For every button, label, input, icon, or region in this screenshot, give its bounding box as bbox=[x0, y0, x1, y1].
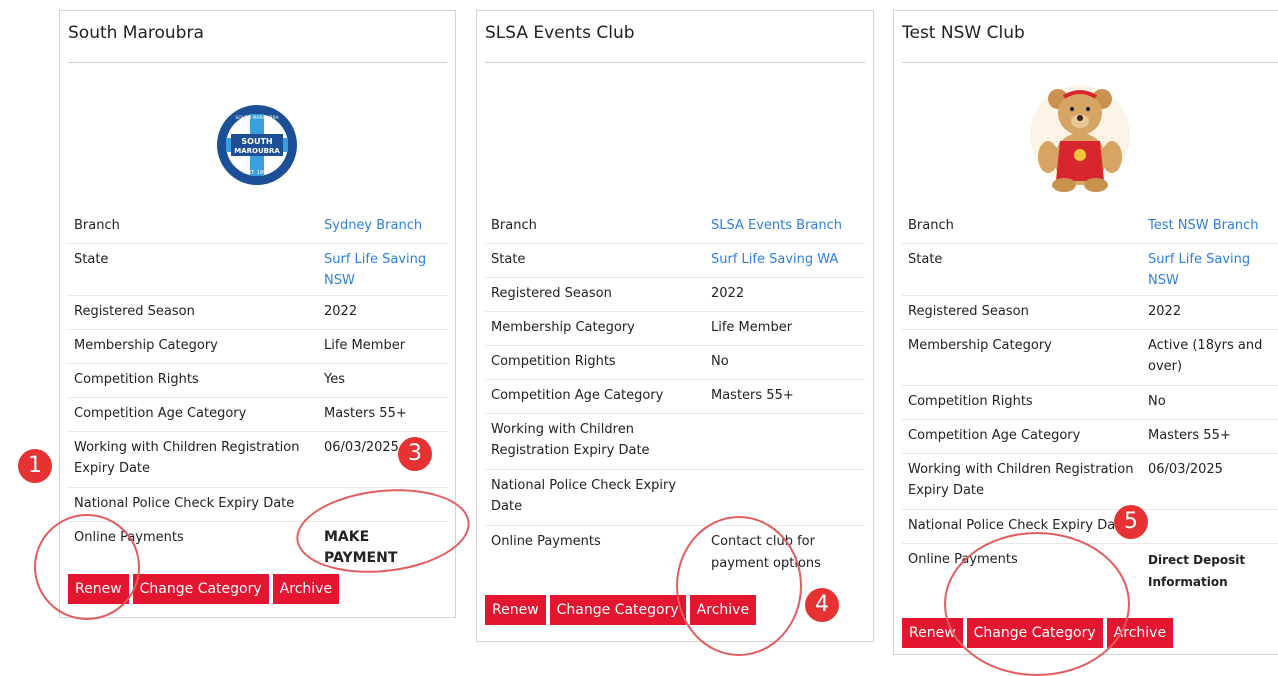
archive-button[interactable]: Archive bbox=[272, 574, 340, 604]
row-label: Membership Category bbox=[908, 338, 1052, 353]
annotation-marker-4: 4 bbox=[805, 588, 839, 622]
row-state: State Surf Life Saving WA bbox=[485, 243, 865, 278]
annotation-marker-3: 3 bbox=[398, 437, 432, 471]
row-value: Yes bbox=[324, 372, 345, 387]
club-card-slsa-events: SLSA Events Club Branch SLSA Events Bran… bbox=[476, 10, 874, 642]
row-competition-rights: Competition Rights No bbox=[902, 385, 1278, 420]
row-value: No bbox=[711, 354, 729, 369]
annotation-marker-1: 1 bbox=[18, 449, 52, 483]
row-police-check-expiry: National Police Check Expiry Date bbox=[485, 469, 865, 526]
row-value: Masters 55+ bbox=[711, 388, 794, 403]
row-label: Competition Age Category bbox=[491, 388, 664, 403]
row-competition-age-category: Competition Age Category Masters 55+ bbox=[68, 397, 447, 432]
row-label: Registered Season bbox=[74, 304, 195, 319]
row-value: Masters 55+ bbox=[324, 406, 407, 421]
teddy-bear-icon bbox=[1020, 77, 1140, 193]
row-registered-season: Registered Season 2022 bbox=[902, 295, 1278, 330]
card-title: SLSA Events Club bbox=[485, 23, 635, 43]
row-label: State bbox=[908, 252, 943, 267]
row-competition-age-category: Competition Age Category Masters 55+ bbox=[902, 419, 1278, 454]
row-label: Registered Season bbox=[491, 286, 612, 301]
card-title: South Maroubra bbox=[68, 23, 204, 43]
row-state: State Surf Life Saving NSW bbox=[902, 243, 1278, 296]
title-divider bbox=[902, 62, 1278, 63]
row-value: Masters 55+ bbox=[1148, 428, 1231, 443]
annotation-circle-change-category bbox=[944, 532, 1130, 676]
row-value: 2022 bbox=[1148, 304, 1182, 319]
row-branch: Branch SLSA Events Branch bbox=[485, 209, 865, 244]
row-label: State bbox=[74, 252, 109, 267]
row-online-payments: Online Payments Contact club for payment… bbox=[485, 525, 865, 581]
row-label: Membership Category bbox=[491, 320, 635, 335]
row-police-check-expiry: National Police Check Expiry Date bbox=[902, 509, 1278, 544]
state-link[interactable]: Surf Life Saving NSW bbox=[1148, 249, 1258, 291]
row-label: Competition Rights bbox=[908, 394, 1033, 409]
crest-main-text-2: MAROUBRA bbox=[234, 147, 280, 155]
state-link[interactable]: Surf Life Saving NSW bbox=[324, 249, 434, 291]
row-label: National Police Check Expiry Date bbox=[491, 478, 677, 514]
annotation-circle-renew bbox=[34, 514, 140, 620]
row-value: No bbox=[1148, 394, 1166, 409]
row-value: Active (18yrs and over) bbox=[1148, 338, 1263, 374]
title-divider bbox=[485, 62, 865, 63]
title-divider bbox=[68, 62, 447, 63]
row-registered-season: Registered Season 2022 bbox=[485, 277, 865, 312]
row-membership-category: Membership Category Life Member bbox=[68, 329, 447, 364]
card-title: Test NSW Club bbox=[902, 23, 1025, 43]
row-label: Branch bbox=[491, 218, 537, 233]
row-label: Working with Children Registration Expir… bbox=[908, 462, 1134, 498]
change-category-button[interactable]: Change Category bbox=[549, 595, 686, 625]
row-label: Branch bbox=[908, 218, 954, 233]
state-link[interactable]: Surf Life Saving WA bbox=[711, 249, 865, 270]
row-registered-season: Registered Season 2022 bbox=[68, 295, 447, 330]
row-membership-category: Membership Category Life Member bbox=[485, 311, 865, 346]
crest-est-text: EST. 1959 bbox=[245, 170, 270, 176]
row-wwc-expiry: Working with Children Registration Expir… bbox=[902, 453, 1278, 510]
row-membership-category: Membership Category Active (18yrs and ov… bbox=[902, 329, 1278, 386]
club-crest-icon: SOUTH MAROUBRA EST. 1959 SOUTH MAROUBRA bbox=[215, 103, 299, 187]
row-branch: Branch Sydney Branch bbox=[68, 209, 447, 244]
annotation-circle-archive bbox=[676, 516, 802, 656]
row-value: 06/03/2025 bbox=[1148, 462, 1223, 477]
row-value: Life Member bbox=[324, 338, 406, 353]
row-label: National Police Check Expiry Date bbox=[74, 496, 295, 511]
row-state: State Surf Life Saving NSW bbox=[68, 243, 447, 296]
row-label: Competition Rights bbox=[491, 354, 616, 369]
row-wwc-expiry: Working with Children Registration Expir… bbox=[485, 413, 865, 470]
row-label: State bbox=[491, 252, 526, 267]
crest-arc-text: SOUTH MAROUBRA bbox=[235, 115, 279, 121]
direct-deposit-link[interactable]: Direct Deposit Information bbox=[1148, 549, 1258, 593]
row-value: Life Member bbox=[711, 320, 793, 335]
branch-link[interactable]: SLSA Events Branch bbox=[711, 215, 865, 236]
row-label: Competition Rights bbox=[74, 372, 199, 387]
row-label: Competition Age Category bbox=[908, 428, 1081, 443]
row-competition-age-category: Competition Age Category Masters 55+ bbox=[485, 379, 865, 414]
row-branch: Branch Test NSW Branch bbox=[902, 209, 1278, 244]
row-label: Competition Age Category bbox=[74, 406, 247, 421]
row-label: Branch bbox=[74, 218, 120, 233]
row-competition-rights: Competition Rights Yes bbox=[68, 363, 447, 398]
branch-link[interactable]: Sydney Branch bbox=[324, 215, 447, 236]
row-label: Registered Season bbox=[908, 304, 1029, 319]
row-value: 2022 bbox=[324, 304, 358, 319]
change-category-button[interactable]: Change Category bbox=[132, 574, 269, 604]
row-label: Membership Category bbox=[74, 338, 218, 353]
row-label: Working with Children Registration Expir… bbox=[491, 422, 650, 458]
branch-link[interactable]: Test NSW Branch bbox=[1148, 215, 1278, 236]
row-competition-rights: Competition Rights No bbox=[485, 345, 865, 380]
annotation-marker-5: 5 bbox=[1114, 505, 1148, 539]
renew-button[interactable]: Renew bbox=[485, 595, 546, 625]
crest-main-text: SOUTH bbox=[241, 137, 272, 146]
row-wwc-expiry: Working with Children Registration Expir… bbox=[68, 431, 447, 488]
row-label: Working with Children Registration Expir… bbox=[74, 440, 300, 476]
row-value: 2022 bbox=[711, 286, 745, 301]
